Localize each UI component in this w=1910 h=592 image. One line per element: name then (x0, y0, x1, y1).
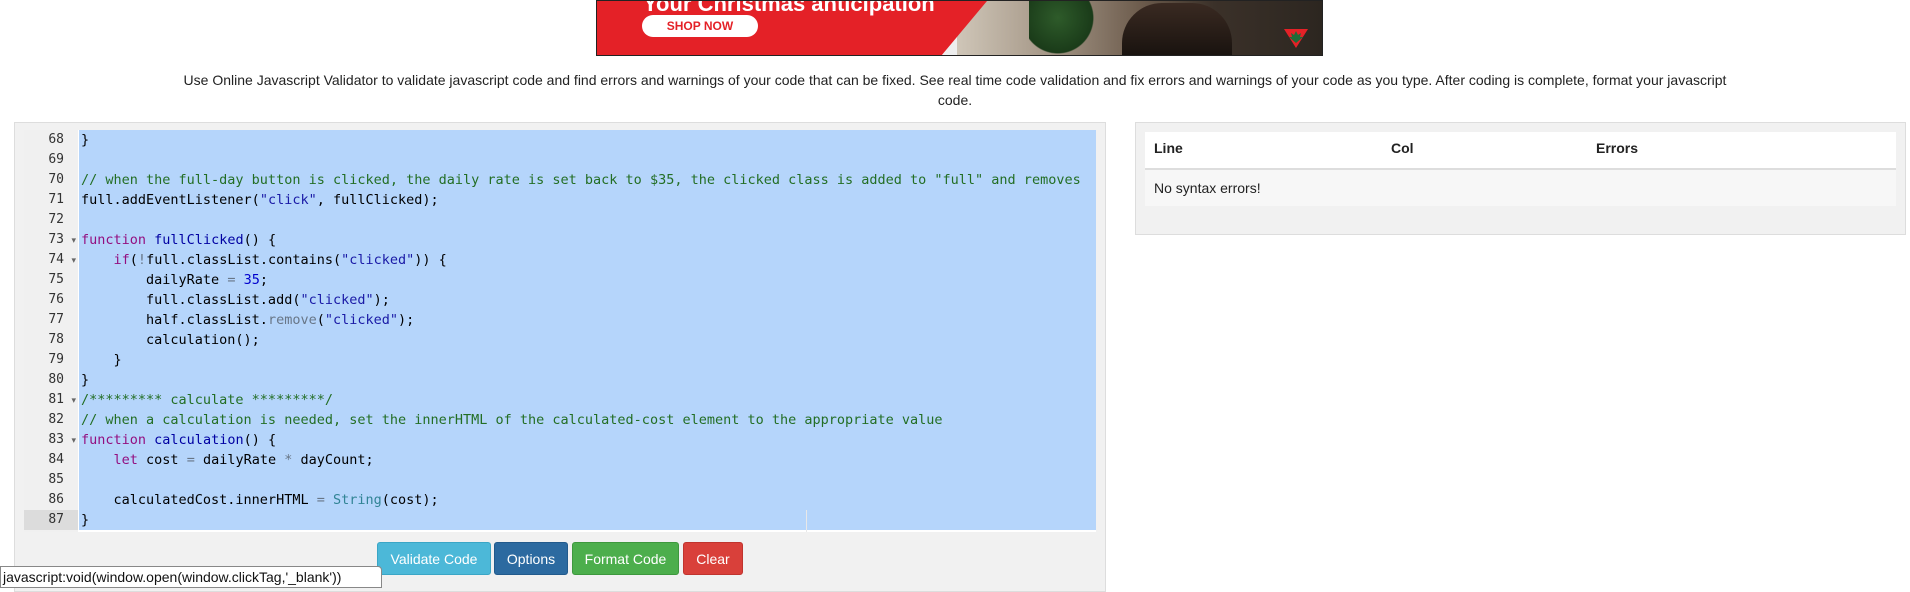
options-button[interactable]: Options (494, 542, 568, 575)
code-line-80[interactable]: } (79, 370, 1096, 390)
gutter-line-74: 74 ▾ (24, 250, 78, 270)
line-number-gutter: 68 69 70 71 72 73 ▾ 74 ▾ 75 76 77 78 79 80 81 ▾ 82 83 ▾ 84 85… (24, 130, 78, 532)
gutter-line-76: 76 (24, 290, 78, 310)
fold-toggle-icon[interactable]: ▾ (71, 230, 76, 250)
code-line-69[interactable] (79, 150, 1096, 170)
ad-shop-now-button[interactable]: SHOP NOW (642, 15, 758, 37)
no-errors-message: No syntax errors! (1154, 180, 1261, 196)
column-header-col: Col (1391, 140, 1414, 156)
code-line-77[interactable]: half.classList.remove("clicked"); (79, 310, 1096, 330)
gutter-line-77: 77 (24, 310, 78, 330)
gutter-line-70: 70 (24, 170, 78, 190)
gutter-line-85: 85 (24, 470, 78, 490)
fold-toggle-icon[interactable]: ▾ (71, 390, 76, 410)
code-line-75[interactable]: dailyRate = 35; (79, 270, 1096, 290)
code-line-68[interactable]: } (79, 130, 1096, 150)
code-line-73[interactable]: function fullClicked() { (79, 230, 1096, 250)
gutter-line-83: 83 ▾ (24, 430, 78, 450)
line-number: 86 (48, 492, 64, 507)
code-editor[interactable]: 68 69 70 71 72 73 ▾ 74 ▾ 75 76 77 78 79 80 81 ▾ 82 83 ▾ 84 85… (24, 130, 1096, 532)
line-number: 70 (48, 172, 64, 187)
gutter-line-69: 69 (24, 150, 78, 170)
column-header-line: Line (1154, 140, 1183, 156)
line-number: 77 (48, 312, 64, 327)
line-number: 75 (48, 272, 64, 287)
line-number: 76 (48, 292, 64, 307)
code-line-83[interactable]: function calculation() { (79, 430, 1096, 450)
line-number: 82 (48, 412, 64, 427)
column-header-errors: Errors (1596, 140, 1639, 156)
gutter-line-81: 81 ▾ (24, 390, 78, 410)
gutter-line-82: 82 (24, 410, 78, 430)
line-number: 87 (48, 512, 64, 527)
maple-leaf-logo-icon (1284, 29, 1308, 48)
gutter-line-80: 80 (24, 370, 78, 390)
code-line-86[interactable]: calculatedCost.innerHTML = String(cost); (79, 490, 1096, 510)
line-number: 69 (48, 152, 64, 167)
fold-toggle-icon[interactable]: ▾ (71, 430, 76, 450)
fold-toggle-icon[interactable]: ▾ (71, 250, 76, 270)
validate-code-button[interactable]: Validate Code (377, 542, 491, 575)
code-line-85[interactable] (79, 470, 1096, 490)
line-number: 81 (48, 392, 64, 407)
code-line-84[interactable]: let cost = dailyRate * dayCount; (79, 450, 1096, 470)
line-number: 83 (48, 432, 64, 447)
gutter-line-84: 84 (24, 450, 78, 470)
code-line-78[interactable]: calculation(); (79, 330, 1096, 350)
code-line-87[interactable]: } (79, 510, 1096, 530)
line-number: 84 (48, 452, 64, 467)
code-line-79[interactable]: } (79, 350, 1096, 370)
code-line-81[interactable]: /********* calculate *********/ (79, 390, 1096, 410)
gutter-line-87: 87 (24, 510, 78, 530)
gutter-line-68: 68 (24, 130, 78, 150)
code-line-72[interactable] (79, 210, 1096, 230)
code-line-74[interactable]: if(!full.classList.contains("clicked")) … (79, 250, 1096, 270)
gutter-line-79: 79 (24, 350, 78, 370)
format-code-button[interactable]: Format Code (572, 542, 679, 575)
gutter-line-86: 86 (24, 490, 78, 510)
gutter-line-71: 71 (24, 190, 78, 210)
line-number: 71 (48, 192, 64, 207)
code-line-82[interactable]: // when a calculation is needed, set the… (79, 410, 1096, 430)
line-number: 72 (48, 212, 64, 227)
code-text-area[interactable]: } // when the full-day button is clicked,… (79, 130, 1096, 532)
ad-person-image (1122, 3, 1232, 55)
code-line-76[interactable]: full.classList.add("clicked"); (79, 290, 1096, 310)
code-line-71[interactable]: full.addEventListener("click", fullClick… (79, 190, 1096, 210)
gutter-line-78: 78 (24, 330, 78, 350)
clear-button[interactable]: Clear (683, 542, 743, 575)
line-number: 79 (48, 352, 64, 367)
line-number: 78 (48, 332, 64, 347)
gutter-line-73: 73 ▾ (24, 230, 78, 250)
gutter-line-75: 75 (24, 270, 78, 290)
line-number: 74 (48, 252, 64, 267)
line-number: 85 (48, 472, 64, 487)
code-line-70[interactable]: // when the full-day button is clicked, … (79, 170, 1096, 190)
line-number: 73 (48, 232, 64, 247)
gutter-line-72: 72 (24, 210, 78, 230)
line-number: 68 (48, 132, 64, 147)
page-description: Use Online Javascript Validator to valid… (183, 72, 1727, 108)
ad-christmas-tree-image (1029, 1, 1101, 55)
ad-banner[interactable]: Your Christmas anticipation SHOP NOW (596, 0, 1323, 56)
line-number: 80 (48, 372, 64, 387)
results-table: Line Col Errors No syntax errors! (1145, 132, 1896, 206)
